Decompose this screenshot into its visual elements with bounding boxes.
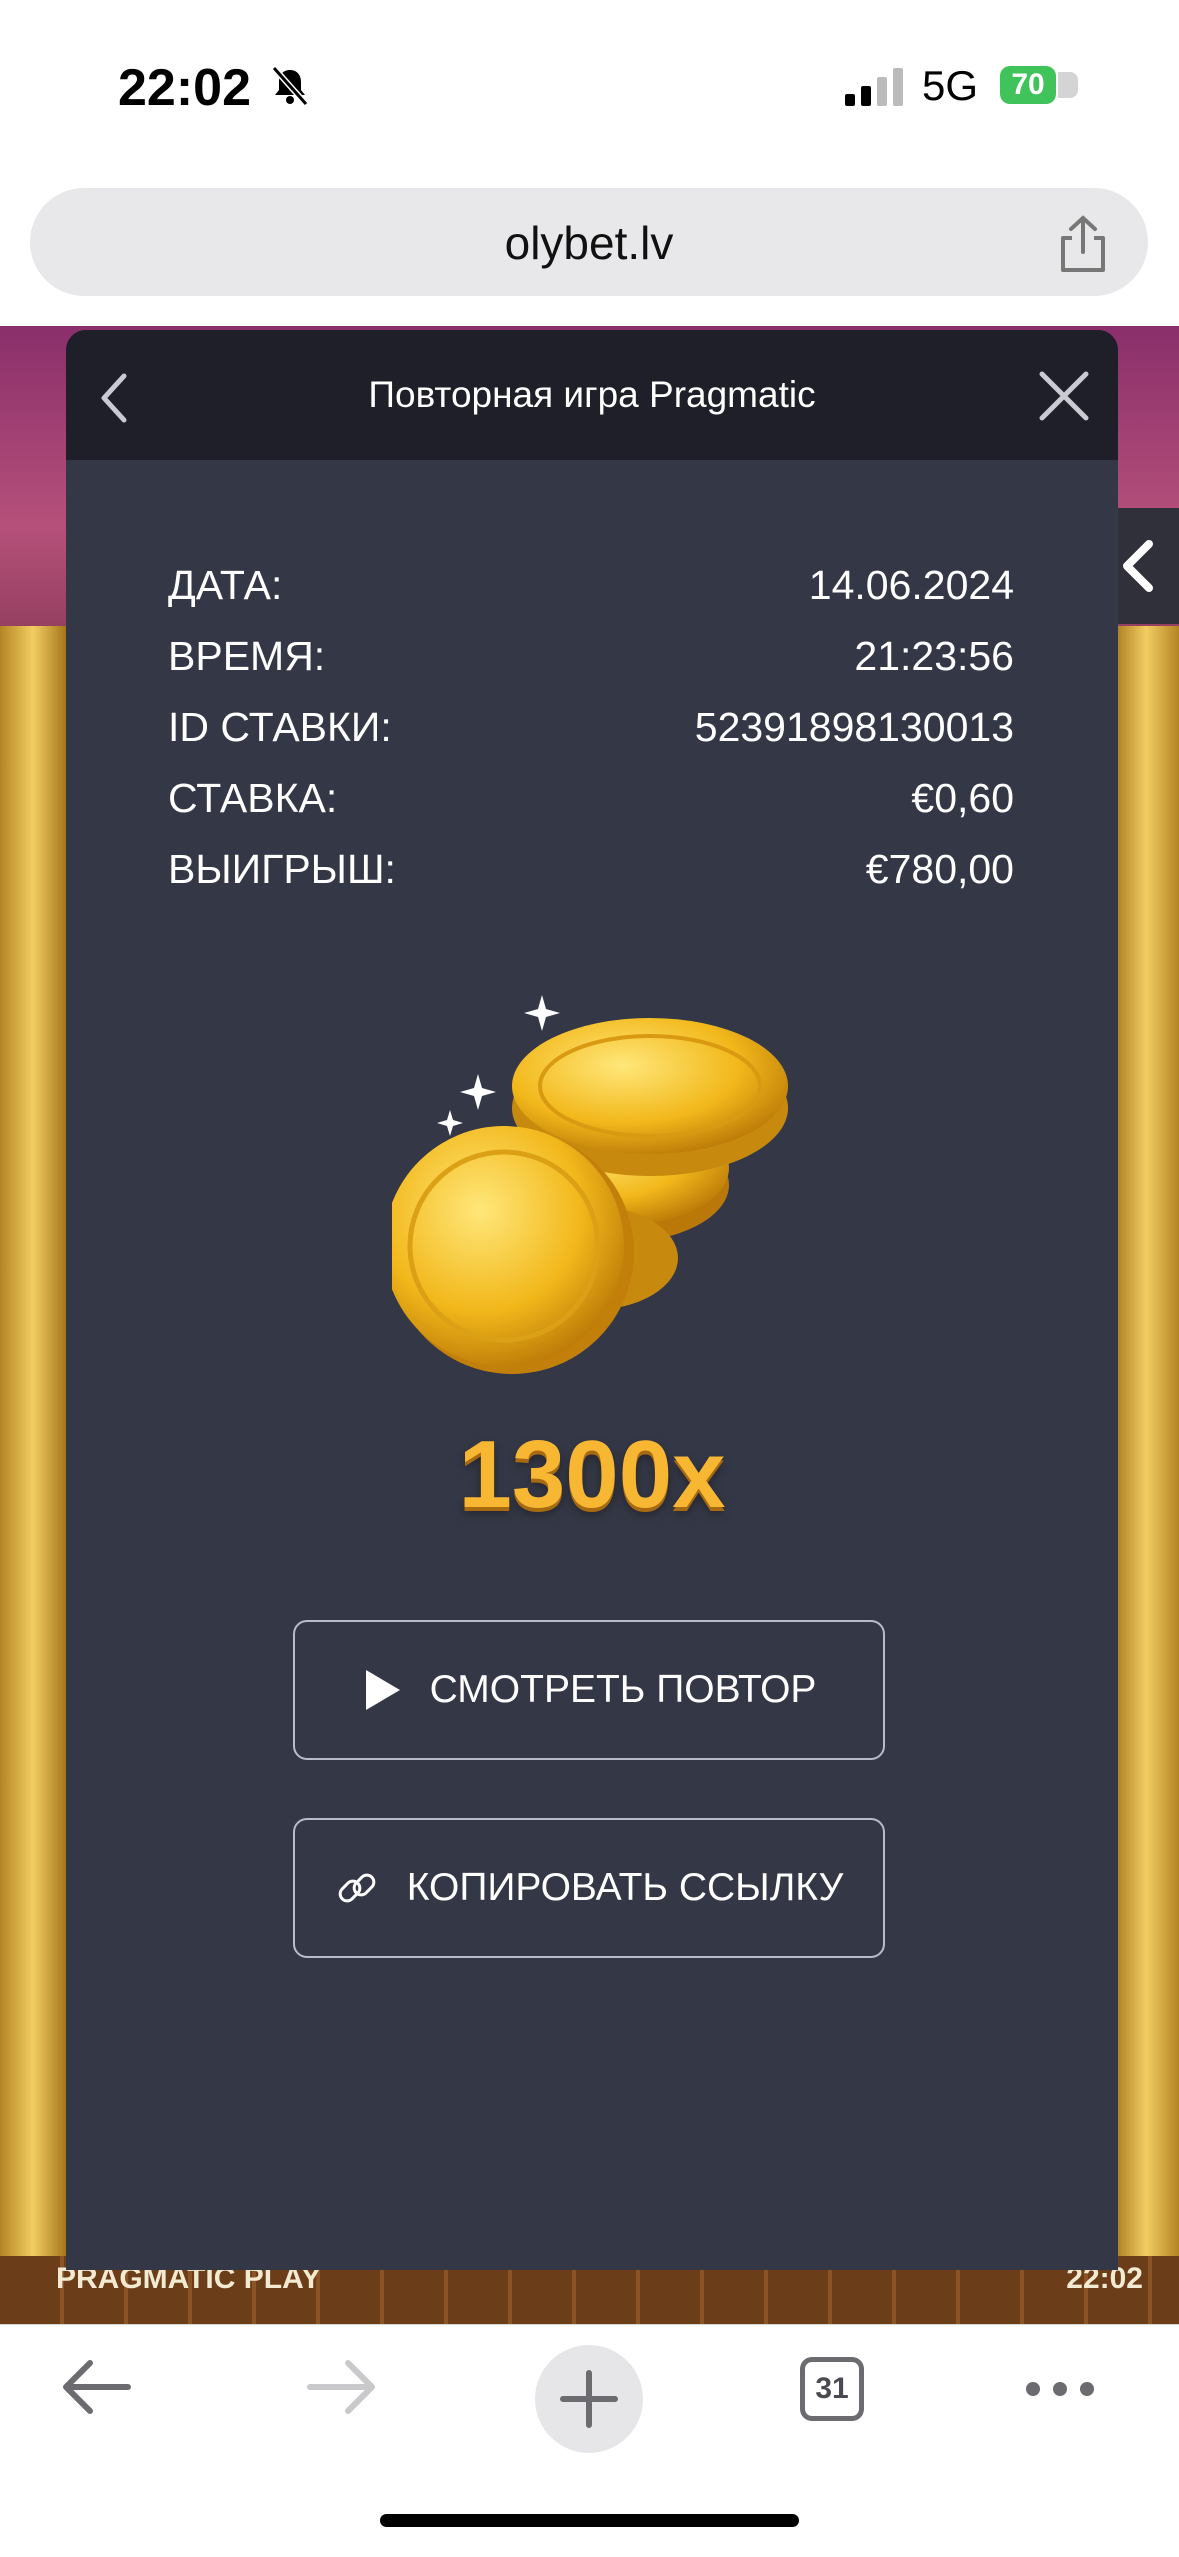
info-label: ДАТА:: [168, 562, 283, 608]
info-value: €780,00: [865, 846, 1014, 892]
arrow-left-icon[interactable]: [60, 2359, 132, 2415]
browser-toolbar: 31: [0, 2324, 1179, 2557]
info-label: ВЫИГРЫШ:: [168, 846, 396, 892]
watch-replay-button[interactable]: СМОТРЕТЬ ПОВТОР: [293, 1620, 885, 1760]
win-multiplier: 1300x: [458, 1421, 726, 1528]
network-type: 5G: [922, 62, 979, 109]
chevron-left-icon: [1123, 540, 1153, 592]
status-time: 22:02: [118, 59, 251, 117]
info-value: 21:23:56: [854, 633, 1014, 679]
share-icon[interactable]: [1056, 214, 1110, 274]
info-value: 52391898130013: [694, 704, 1014, 750]
link-icon: [335, 1866, 379, 1910]
golden-pillar-right: [1113, 626, 1179, 2324]
battery-remaining: [1058, 72, 1078, 98]
status-bar: 22:02 5G 70: [0, 0, 1179, 175]
new-tab-button[interactable]: [535, 2345, 643, 2453]
info-row-win: ВЫИГРЫШ: €780,00: [168, 834, 1014, 905]
replay-modal: Повторная игра Pragmatic ДАТА: 14.06.202…: [66, 330, 1118, 2270]
bell-slash-icon: [271, 66, 309, 106]
golden-pillar-left: [0, 626, 66, 2324]
copy-link-button[interactable]: КОПИРОВАТЬ ССЫЛКУ: [293, 1818, 885, 1958]
url-text[interactable]: olybet.lv: [30, 216, 1148, 270]
tab-switcher-button[interactable]: 31: [800, 2357, 864, 2421]
info-value: €0,60: [911, 775, 1014, 821]
more-options-icon[interactable]: [1025, 2381, 1095, 2397]
info-label: СТАВКА:: [168, 775, 338, 821]
modal-header: Повторная игра Pragmatic: [66, 330, 1118, 460]
info-row-date: ДАТА: 14.06.2024: [168, 550, 1014, 621]
plus-icon: [560, 2370, 618, 2428]
watch-replay-label: СМОТРЕТЬ ПОВТОР: [429, 1668, 817, 1711]
gold-coins-icon: [392, 995, 788, 1374]
play-icon: [362, 1668, 402, 1712]
bet-info: ДАТА: 14.06.2024 ВРЕМЯ: 21:23:56 ID СТАВ…: [168, 550, 1014, 905]
cellular-signal-icon: [845, 68, 903, 106]
modal-title: Повторная игра Pragmatic: [368, 374, 816, 415]
info-row-stake: СТАВКА: €0,60: [168, 763, 1014, 834]
info-value: 14.06.2024: [808, 562, 1014, 608]
info-label: ID СТАВКИ:: [168, 704, 392, 750]
info-row-time: ВРЕМЯ: 21:23:56: [168, 621, 1014, 692]
home-indicator: [380, 2514, 799, 2527]
arrow-right-icon[interactable]: [306, 2359, 378, 2415]
info-row-bet-id: ID СТАВКИ: 52391898130013: [168, 692, 1014, 763]
battery-icon: 70: [1000, 66, 1056, 104]
info-label: ВРЕМЯ:: [168, 633, 326, 679]
close-icon[interactable]: [1036, 368, 1092, 424]
copy-link-label: КОПИРОВАТЬ ССЫЛКУ: [406, 1866, 844, 1909]
address-bar[interactable]: olybet.lv: [30, 188, 1148, 296]
